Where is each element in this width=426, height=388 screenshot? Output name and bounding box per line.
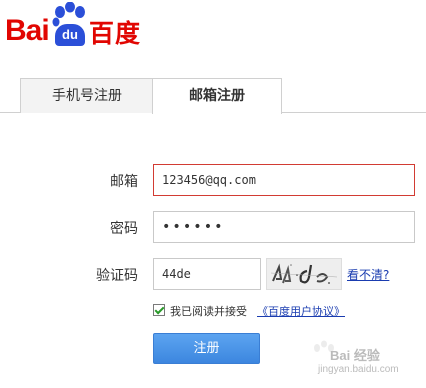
logo-text-bai: Bai (5, 14, 50, 47)
agree-checkbox[interactable] (153, 304, 165, 316)
agree-text: 我已阅读并接受 (170, 305, 247, 318)
captcha-glyphs-icon (267, 259, 341, 289)
register-button[interactable]: 注册 (153, 333, 260, 364)
email-label: 邮箱 (110, 174, 138, 190)
watermark-url: jingyan.baidu.com (318, 364, 399, 375)
refresh-captcha-link[interactable]: 看不清? (347, 266, 389, 283)
tab-email-register[interactable]: 邮箱注册 (152, 78, 282, 114)
captcha-image[interactable] (266, 258, 342, 290)
password-field[interactable]: •••••• (153, 211, 415, 243)
tab-phone-register[interactable]: 手机号注册 (20, 78, 153, 113)
captcha-input[interactable]: 44de (153, 258, 261, 290)
logo-text-cn: 百度 (89, 19, 142, 48)
email-field[interactable]: 123456@qq.com (153, 164, 415, 196)
baidu-logo: Bai du 百度 (0, 0, 150, 62)
password-label: 密码 (110, 221, 138, 237)
user-agreement-link[interactable]: 《百度用户协议》 (257, 303, 345, 319)
logo-text-du: du (55, 24, 85, 46)
captcha-label: 验证码 (96, 268, 138, 284)
watermark-text: Bai 经验 (330, 348, 380, 363)
